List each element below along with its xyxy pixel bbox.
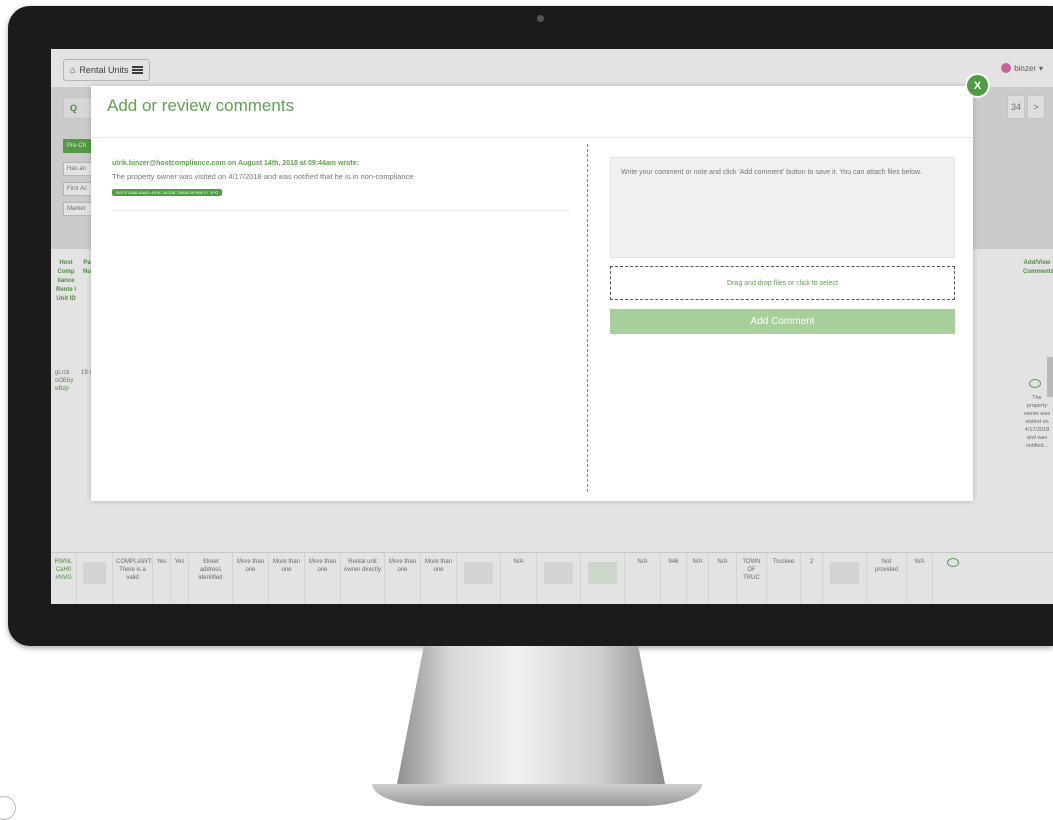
close-button[interactable]: X	[967, 75, 988, 96]
comments-modal: Add or review comments ulrik.binzer@host…	[91, 86, 973, 501]
decorative-circle	[0, 796, 16, 820]
monitor-stand-base	[372, 784, 702, 806]
comment-author-line: ulrik.binzer@hostcompliance.com on Augus…	[112, 160, 359, 167]
add-comment-button[interactable]: Add Comment	[610, 309, 955, 334]
dropzone-label: Drag and drop files or click to select	[727, 279, 838, 287]
comment-textarea[interactable]	[610, 157, 955, 258]
comment-text: The property owner was visited on 4/17/2…	[112, 172, 414, 181]
column-divider	[587, 144, 588, 492]
screen: ⌂ Rental Units binzer ▾ Q 34 > Pre-Ch Ha…	[51, 49, 1053, 604]
monitor-stand-neck	[397, 646, 665, 784]
divider	[112, 210, 570, 211]
monitor-frame: ⌂ Rental Units binzer ▾ Q 34 > Pre-Ch Ha…	[8, 6, 1053, 646]
divider	[91, 137, 973, 138]
modal-title: Add or review comments	[107, 96, 295, 115]
camera-dot	[537, 15, 544, 22]
comment-entry: ulrik.binzer@hostcompliance.com on Augus…	[112, 160, 570, 199]
file-dropzone[interactable]: Drag and drop files or click to select	[610, 266, 955, 300]
attachment-link[interactable]: DSCF1386-4A6D-4E9C-BCDB-7BE8C9F9BE17.JPG	[112, 189, 223, 196]
